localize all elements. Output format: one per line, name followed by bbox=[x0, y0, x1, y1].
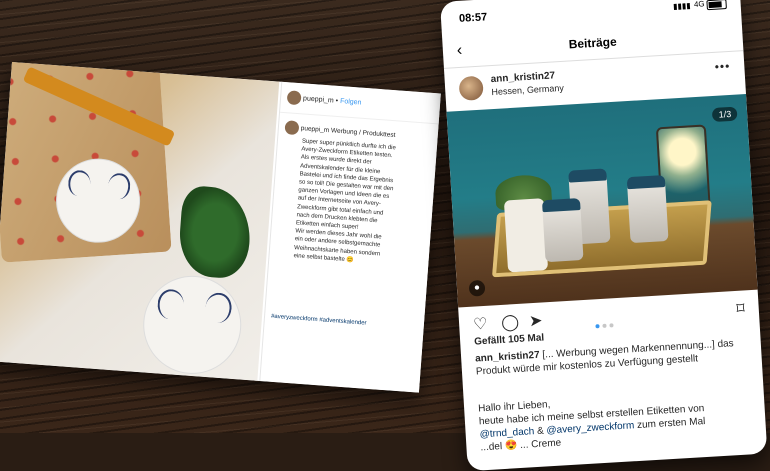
desktop-post-sidebar: pueppi_m • Folgen pueppi_m Werbung / Pro… bbox=[259, 81, 441, 393]
post-photo-gifts bbox=[0, 62, 280, 381]
desktop-caption-body: Super super pünktlich durfte ich die Ave… bbox=[293, 137, 432, 269]
caption-continued: Hallo ihr Lieben, heute habe ich meine s… bbox=[478, 386, 753, 454]
white-pot bbox=[503, 198, 549, 273]
ampersand: & bbox=[536, 425, 545, 437]
comment-icon[interactable]: ◯ bbox=[501, 312, 520, 333]
desktop-post-header: pueppi_m • Folgen bbox=[286, 90, 362, 109]
post-location[interactable]: Hessen, Germany bbox=[491, 83, 564, 97]
jar-lid bbox=[626, 174, 666, 190]
signal-icon: ▮▮▮▮ bbox=[672, 1, 691, 12]
jar-lid bbox=[541, 198, 581, 213]
post-photo[interactable]: 1/3 ● bbox=[446, 94, 758, 308]
desktop-caption-title: pueppi_m Werbung / Produkttest bbox=[300, 125, 396, 139]
photo-counter: 1/3 bbox=[712, 106, 738, 123]
desktop-username[interactable]: pueppi_m bbox=[303, 95, 334, 104]
more-options-icon[interactable]: ••• bbox=[714, 59, 730, 74]
carousel-dot bbox=[609, 323, 614, 328]
follow-button[interactable]: Folgen bbox=[340, 98, 362, 107]
tagged-people-icon[interactable]: ● bbox=[468, 279, 486, 297]
desktop-post-card: pueppi_m • Folgen pueppi_m Werbung / Pro… bbox=[0, 62, 441, 393]
carousel-indicator bbox=[595, 314, 617, 333]
network-label: 4G bbox=[693, 0, 705, 9]
battery-icon bbox=[706, 0, 727, 11]
green-bow bbox=[176, 184, 254, 280]
share-icon[interactable]: ➤ bbox=[528, 311, 543, 332]
heart-icon[interactable]: ♡ bbox=[473, 314, 489, 335]
avatar[interactable] bbox=[284, 120, 300, 136]
avatar[interactable] bbox=[458, 75, 484, 101]
avatar[interactable] bbox=[286, 90, 302, 106]
phone-screen: 08:57 ▮▮▮▮ 4G ‹ Beiträge ann_kristin27 H… bbox=[440, 0, 768, 471]
jar-lid bbox=[568, 168, 607, 183]
page-title: Beiträge bbox=[568, 34, 618, 52]
status-time: 08:57 bbox=[458, 11, 488, 25]
bookmark-icon[interactable]: ⌑ bbox=[736, 298, 745, 318]
carousel-dot bbox=[595, 324, 600, 329]
carousel-dot bbox=[602, 323, 607, 328]
desktop-hashtags[interactable]: #averyzweckform #adventskalender bbox=[271, 314, 421, 331]
deer-tag-2 bbox=[139, 272, 245, 378]
